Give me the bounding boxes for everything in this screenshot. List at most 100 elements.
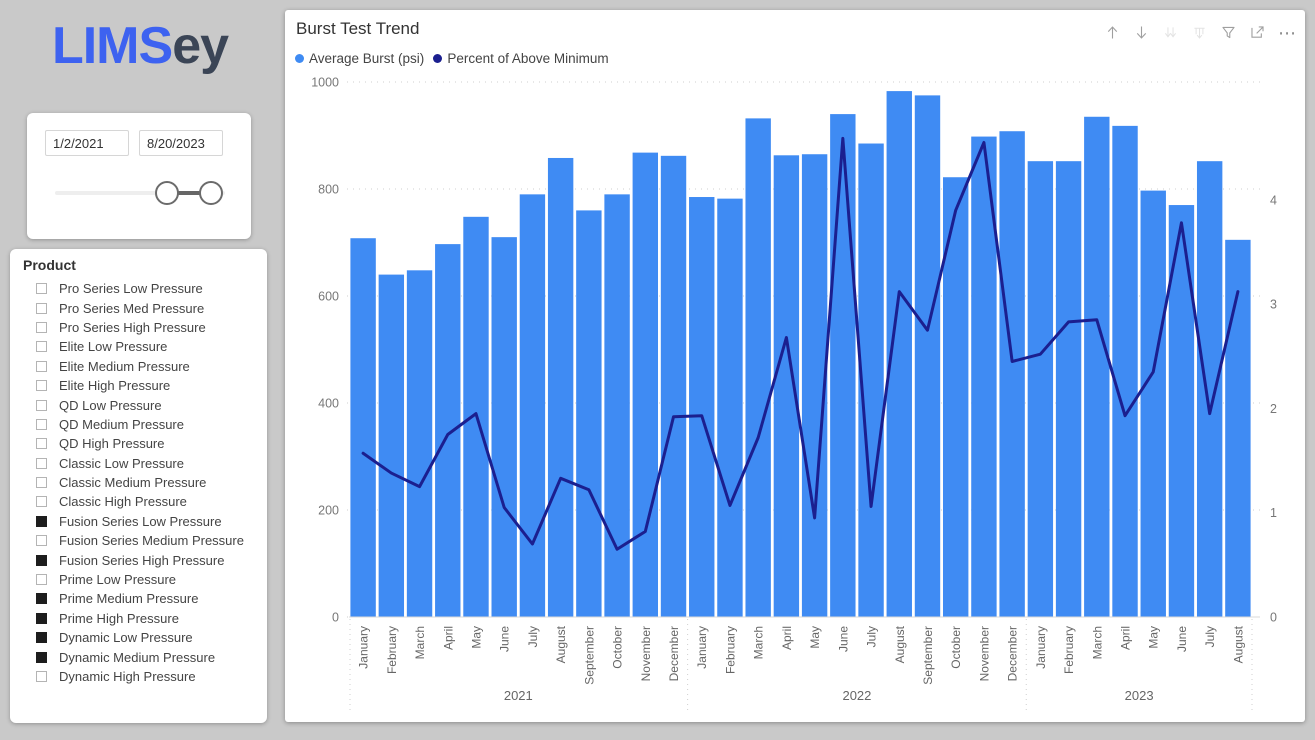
product-label: Pro Series Low Pressure [59,281,203,297]
bar[interactable] [576,210,602,617]
product-checkbox[interactable] [36,632,47,644]
bar[interactable] [604,194,630,617]
x-axis-month-label: October [949,626,963,669]
bar[interactable] [689,197,715,617]
product-label: Dynamic High Pressure [59,669,196,684]
product-list-item[interactable]: QD Medium Pressure [21,415,261,434]
product-checkbox[interactable] [36,574,47,586]
product-label: Classic Low Pressure [59,455,184,471]
product-checkbox[interactable] [36,418,47,430]
product-list-item[interactable]: Pro Series Med Pressure [21,298,261,317]
product-list-item[interactable]: QD Low Pressure [21,395,261,414]
product-checkbox[interactable] [36,477,47,489]
bar[interactable] [1055,161,1082,617]
product-list-item[interactable]: Pro Series High Pressure [21,318,261,337]
bar[interactable] [378,274,405,617]
bar[interactable] [1027,161,1054,617]
bar[interactable] [350,238,376,617]
x-axis-month-label: August [1231,625,1245,663]
product-checkbox[interactable] [36,438,47,450]
product-label: Dynamic Medium Pressure [59,649,216,665]
bar[interactable] [830,114,856,617]
bar[interactable] [717,198,743,617]
slider-handle-start[interactable] [155,181,179,205]
x-axis-year-label: 2022 [842,688,871,703]
product-checkbox[interactable] [36,496,47,508]
product-label: Prime Medium Pressure [59,591,199,607]
product-list-item[interactable]: Classic Medium Pressure [21,473,261,492]
app-logo: LIMSey [0,20,280,72]
left-axis-tick: 200 [318,504,339,518]
product-label: Dynamic Low Pressure [59,630,193,646]
product-list-item[interactable]: Dynamic High Pressure [21,667,261,686]
product-list-item[interactable]: QD High Pressure [21,434,261,453]
product-checkbox[interactable] [36,399,47,411]
end-date-input[interactable]: 8/20/2023 [139,130,223,156]
product-list-item[interactable]: Prime Medium Pressure [21,589,261,608]
product-checkbox[interactable] [36,360,47,372]
product-checkbox[interactable] [36,593,47,605]
date-range-slider[interactable] [55,175,225,211]
product-label: Prime Low Pressure [59,572,177,588]
product-list-item[interactable]: Dynamic Low Pressure [21,628,261,647]
product-list-item[interactable]: Fusion Series High Pressure [21,550,261,569]
product-list: Pro Series Low Pressure Pro Series Med Pr… [21,279,261,686]
bar[interactable] [914,95,941,618]
bar[interactable] [435,244,461,618]
x-axis-month-label: November [977,626,991,681]
product-checkbox[interactable] [36,515,47,527]
product-checkbox[interactable] [36,671,47,682]
left-axis-tick: 400 [318,397,339,411]
product-label: Fusion Series Low Pressure [59,513,222,529]
date-range-slicer[interactable]: 1/2/2021 8/20/2023 [27,113,251,239]
bar[interactable] [1084,116,1110,618]
product-list-item[interactable]: Fusion Series Medium Pressure [21,531,261,550]
right-axis-tick: 2 [1270,402,1277,416]
product-checkbox[interactable] [36,341,47,353]
bar[interactable] [1196,161,1223,617]
product-list-item[interactable]: Elite Low Pressure [21,337,261,356]
product-checkbox[interactable] [36,302,47,314]
product-list-item[interactable]: Prime High Pressure [21,609,261,628]
bar[interactable] [1140,190,1166,617]
bar[interactable] [406,270,433,617]
product-list-item[interactable]: Fusion Series Low Pressure [21,512,261,531]
bar[interactable] [547,157,574,617]
bar[interactable] [1112,125,1138,618]
start-date-input[interactable]: 1/2/2021 [45,130,129,156]
x-axis-month-label: March [1090,626,1104,659]
bar[interactable] [491,237,517,617]
product-checkbox[interactable] [36,321,47,333]
product-list-item[interactable]: Pro Series Low Pressure [21,279,261,298]
chart-plot-area[interactable]: 0 200 400 600 800 1000 0 1 2 3 4 January February Mar… [285,10,1305,722]
product-checkbox[interactable] [36,554,47,566]
product-list-item[interactable]: Prime Low Pressure [21,570,261,589]
bar[interactable] [519,194,546,617]
slider-handle-end[interactable] [199,181,223,205]
product-checkbox[interactable] [36,651,47,663]
product-checkbox[interactable] [36,380,47,392]
x-axis-month-label: June [498,626,512,652]
product-list-item[interactable]: Dynamic Medium Pressure [21,647,261,666]
product-checkbox[interactable] [36,283,47,295]
bar[interactable] [745,118,771,617]
x-axis-month-label: August [554,625,568,663]
x-axis-month-label: March [752,626,766,659]
product-checkbox[interactable] [36,457,47,469]
product-list-item[interactable]: Classic High Pressure [21,492,261,511]
product-checkbox[interactable] [36,535,47,547]
product-label: Classic High Pressure [59,494,187,510]
x-axis-month-label: July [1203,626,1217,647]
product-list-item[interactable]: Elite High Pressure [21,376,261,395]
product-list-item[interactable]: Elite Medium Pressure [21,357,261,376]
bar[interactable] [999,131,1025,617]
bar[interactable] [632,152,658,617]
x-axis-month-label: April [1119,626,1133,650]
x-axis-month-label: January [695,626,709,669]
product-list-item[interactable]: Classic Low Pressure [21,454,261,473]
product-label: QD Medium Pressure [59,416,184,432]
right-axis-tick: 4 [1270,193,1277,207]
product-label: QD Low Pressure [59,397,162,413]
bar[interactable] [660,155,687,617]
product-checkbox[interactable] [36,612,47,624]
